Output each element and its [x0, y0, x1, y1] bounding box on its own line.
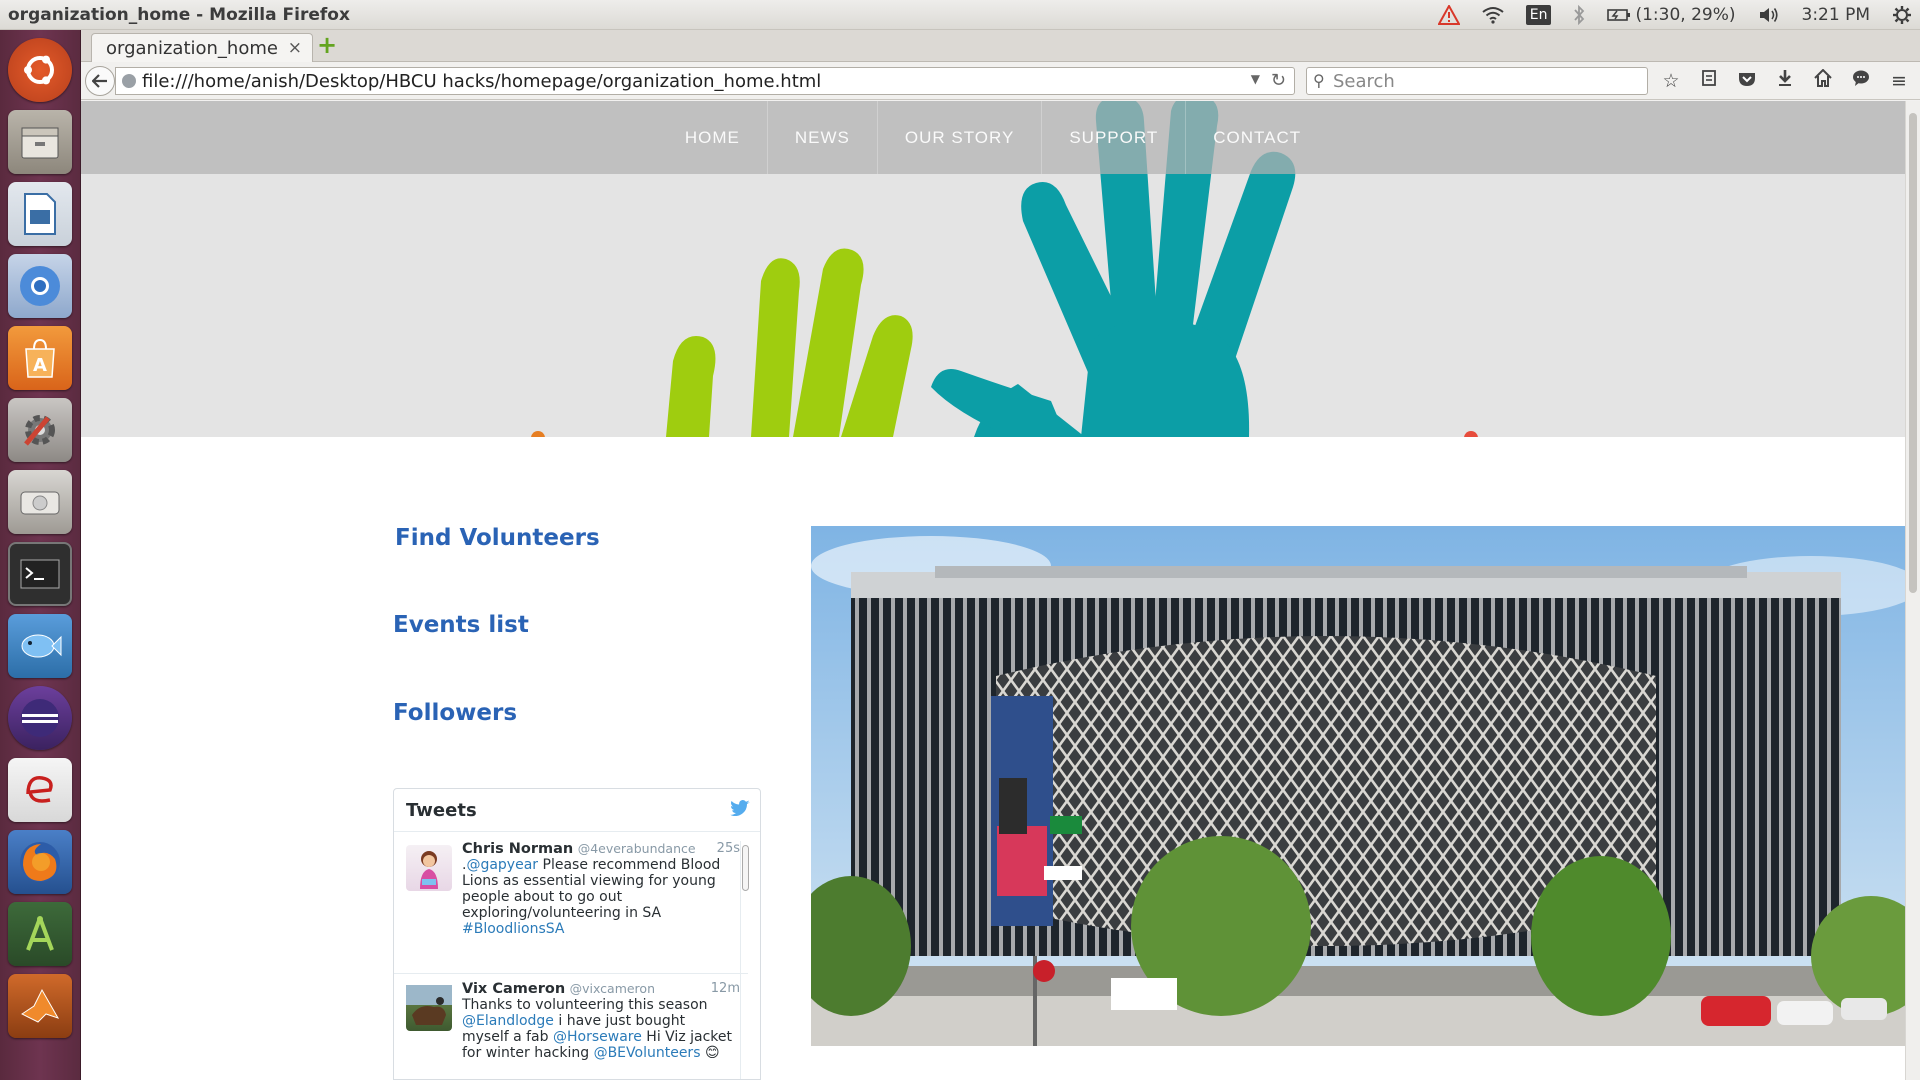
svg-text:A: A [33, 355, 47, 376]
system-indicators: En (1:30, 29%) 3:21 PM [1437, 0, 1912, 30]
mention-link[interactable]: @Horseware [553, 1029, 642, 1045]
bluetooth-icon[interactable] [1573, 5, 1585, 25]
page-scrollbar[interactable] [1905, 101, 1920, 1080]
tab-title: organization_home [106, 38, 278, 59]
wifi-icon[interactable] [1482, 6, 1504, 24]
tweets-title: Tweets [406, 799, 477, 821]
globe-icon [122, 74, 136, 88]
tweets-scrollbar[interactable] [740, 841, 750, 1079]
tweet-author-name[interactable]: Chris Norman [462, 841, 573, 857]
chat-icon[interactable] [1849, 69, 1873, 93]
battery-indicator[interactable]: (1:30, 29%) [1607, 5, 1736, 25]
disk-icon[interactable] [8, 470, 72, 534]
tweet-text: Thanks to volunteering this season @Elan… [462, 997, 732, 1061]
tweet-author-handle[interactable]: @4everabundance [578, 841, 696, 856]
nav-home[interactable]: HOME [658, 101, 768, 174]
url-text: file:///home/anish/Desktop/HBCU hacks/ho… [142, 70, 822, 92]
gear-icon[interactable] [1892, 5, 1912, 25]
files-icon[interactable] [8, 110, 72, 174]
tweet-divider [394, 973, 748, 974]
mention-link[interactable]: @Elandlodge [462, 1013, 554, 1029]
warning-icon[interactable] [1437, 5, 1460, 25]
tweet-author-name[interactable]: Vix Cameron [462, 981, 565, 997]
nav-support[interactable]: SUPPORT [1042, 101, 1187, 174]
tweet-avatar[interactable] [406, 985, 452, 1031]
site-nav: HOME NEWS OUR STORY SUPPORT CONTACT [81, 101, 1905, 174]
nav-our-story[interactable]: OUR STORY [878, 101, 1043, 174]
window-title-bar: organization_home - Mozilla Firefox En (… [0, 0, 1920, 30]
tab-strip: organization_home × + [81, 30, 1920, 63]
ubuntu-dash-icon[interactable] [8, 38, 72, 102]
twitter-timeline-widget: Tweets Chris Norman @4everabundance 25s … [393, 788, 761, 1080]
battery-icon [1607, 9, 1631, 21]
tweet-avatar[interactable] [406, 845, 452, 891]
tweet-item[interactable]: Chris Norman @4everabundance 25s .@gapye… [394, 841, 748, 937]
battery-status: (1:30, 29%) [1635, 5, 1736, 25]
tab-close-button[interactable]: × [288, 38, 302, 58]
tweet-item[interactable]: Vix Cameron @vixcameron 12m Thanks to vo… [394, 981, 748, 1061]
hero-banner: HOME NEWS OUR STORY SUPPORT CONTACT [81, 101, 1905, 437]
e-reader-icon[interactable] [8, 758, 72, 822]
software-center-icon[interactable]: A [8, 326, 72, 390]
events-list-link[interactable]: Events list [393, 612, 529, 638]
twitter-bird-icon[interactable] [730, 800, 750, 821]
tweet-text: .@gapyear Please recommend Blood Lions a… [462, 857, 732, 937]
search-placeholder: Search [1333, 70, 1395, 92]
hashtag-link[interactable]: #BloodlionsSA [462, 921, 564, 937]
tweet-text-part: Thanks to volunteering this season [462, 997, 708, 1013]
firefox-icon[interactable] [8, 830, 72, 894]
mention-link[interactable]: @gapyear [466, 857, 538, 873]
page-scroll-thumb[interactable] [1909, 113, 1917, 593]
tweets-scroll-thumb[interactable] [742, 845, 749, 891]
tweets-header: Tweets [394, 789, 760, 832]
android-studio-icon[interactable] [8, 902, 72, 966]
nav-news[interactable]: NEWS [768, 101, 878, 174]
back-arrow-icon [92, 74, 107, 88]
page-viewport: HOME NEWS OUR STORY SUPPORT CONTACT Find… [81, 101, 1905, 1080]
chromium-icon[interactable] [8, 254, 72, 318]
download-icon[interactable] [1773, 69, 1797, 93]
navigation-toolbar: file:///home/anish/Desktop/HBCU hacks/ho… [81, 62, 1920, 100]
url-dropdown-icon[interactable]: ▼ [1251, 72, 1260, 86]
tweet-timestamp[interactable]: 12m [711, 981, 740, 997]
home-icon[interactable] [1811, 68, 1835, 93]
nav-contact[interactable]: CONTACT [1186, 101, 1328, 174]
matlab-icon[interactable] [8, 974, 72, 1038]
bluefish-icon[interactable] [8, 614, 72, 678]
impress-icon[interactable] [8, 182, 72, 246]
menu-icon[interactable]: ≡ [1887, 69, 1911, 93]
volume-icon[interactable] [1758, 6, 1780, 24]
search-icon: ⚲ [1313, 71, 1325, 90]
reload-icon[interactable]: ↻ [1271, 70, 1286, 91]
building-photo [811, 526, 1905, 1046]
tab-organization-home[interactable]: organization_home × [91, 33, 313, 63]
pocket-icon[interactable] [1735, 69, 1759, 93]
window-title: organization_home - Mozilla Firefox [8, 4, 350, 25]
back-button[interactable] [85, 66, 115, 96]
mention-link[interactable]: @BEVolunteers [594, 1045, 701, 1061]
keyboard-layout-indicator[interactable]: En [1525, 5, 1552, 25]
url-bar[interactable]: file:///home/anish/Desktop/HBCU hacks/ho… [115, 67, 1295, 95]
clock[interactable]: 3:21 PM [1802, 5, 1871, 25]
tweet-timestamp[interactable]: 25s [717, 841, 740, 857]
bookmark-star-icon[interactable]: ☆ [1659, 69, 1683, 93]
system-settings-icon[interactable] [8, 398, 72, 462]
new-tab-button[interactable]: + [316, 33, 338, 57]
tweet-text-part: 😊 [700, 1045, 720, 1061]
tweet-author-handle[interactable]: @vixcameron [570, 981, 655, 996]
terminal-icon[interactable] [8, 542, 72, 606]
reading-list-icon[interactable] [1697, 69, 1721, 93]
eclipse-icon[interactable] [8, 686, 72, 750]
followers-link[interactable]: Followers [393, 700, 517, 726]
find-volunteers-link[interactable]: Find Volunteers [395, 525, 600, 551]
search-input[interactable]: ⚲ Search [1306, 67, 1648, 95]
unity-launcher: A [0, 30, 81, 1080]
